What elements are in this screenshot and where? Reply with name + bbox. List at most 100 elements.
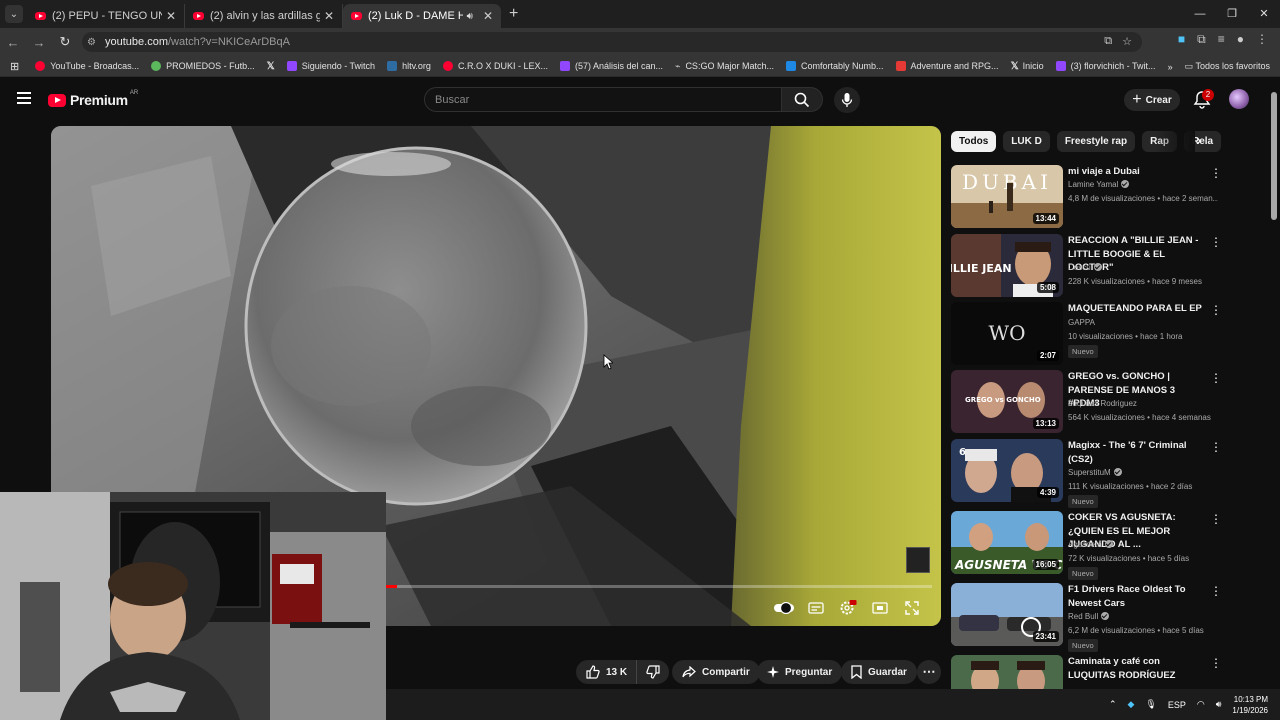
- recommendation-item[interactable]: Caminata y café con LUQUITAS RODRÍGUEZ ⋮: [951, 655, 1221, 689]
- browser-tab-2[interactable]: (2) alvin y las ardillas gemidos r ✕: [185, 4, 343, 28]
- recommendation-item[interactable]: DUBAI 13:44 mi viaje a Dubai Lamine Yama…: [951, 165, 1222, 229]
- subtitles-button[interactable]: [805, 598, 827, 618]
- video-title[interactable]: Magixx - The '6 7' Criminal (CS2): [1068, 439, 1208, 466]
- ask-button[interactable]: Preguntar: [757, 660, 843, 684]
- chip-todos[interactable]: Todos: [951, 131, 997, 152]
- bookmark-item[interactable]: (3) florvichich - Twit...: [1050, 61, 1162, 71]
- bookmark-item-x[interactable]: 𝕏: [261, 61, 281, 72]
- video-thumbnail[interactable]: AGUSNETA VS C 16:05: [951, 511, 1063, 574]
- tab-search-button[interactable]: ⌄: [5, 5, 23, 23]
- search-input[interactable]: Buscar: [424, 87, 782, 112]
- recommendation-item[interactable]: BILLIE JEAN 5:08 REACCION A "BILLIE JEAN…: [951, 234, 1222, 298]
- video-title[interactable]: MAQUETEANDO PARA EL EP: [1068, 302, 1208, 316]
- chevron-right-icon[interactable]: ›: [1196, 133, 1212, 150]
- install-app-icon[interactable]: ⧉: [1104, 35, 1112, 48]
- close-tab-icon[interactable]: ✕: [324, 9, 334, 23]
- search-button[interactable]: [781, 87, 823, 112]
- close-tab-icon[interactable]: ✕: [483, 9, 493, 23]
- more-vertical-icon[interactable]: ⋮: [1210, 513, 1222, 527]
- video-title[interactable]: mi viaje a Dubai: [1068, 165, 1208, 179]
- save-button[interactable]: Guardar: [841, 660, 917, 684]
- share-button[interactable]: Compartir: [672, 660, 760, 684]
- channel-name[interactable]: Red Bull: [1068, 612, 1218, 621]
- video-title[interactable]: Caminata y café con LUQUITAS RODRÍGUEZ: [1068, 655, 1208, 682]
- more-actions-button[interactable]: ⋯: [917, 660, 941, 684]
- puzzle-icon[interactable]: ⧉: [1197, 32, 1206, 47]
- minimize-icon[interactable]: —: [1184, 0, 1216, 28]
- apps-icon[interactable]: ⊞: [0, 60, 29, 73]
- microphone-tray-icon[interactable]: 🎙︎: [1145, 699, 1156, 710]
- site-info-icon[interactable]: ⚙: [87, 37, 105, 48]
- recommendation-item[interactable]: 23:41 F1 Drivers Race Oldest To Newest C…: [951, 583, 1222, 652]
- chip-luk-d[interactable]: LUK D: [1003, 131, 1050, 152]
- channel-name[interactable]: Luquitas Rodriguez: [1068, 399, 1218, 408]
- fullscreen-button[interactable]: [901, 598, 923, 618]
- channel-name[interactable]: GAPPA: [1068, 318, 1218, 327]
- restore-icon[interactable]: ❐: [1216, 0, 1248, 28]
- video-thumbnail[interactable]: WO 2:07: [951, 302, 1063, 365]
- recommendation-item[interactable]: WO 2:07 MAQUETEANDO PARA EL EP GAPPA 10 …: [951, 302, 1222, 366]
- video-thumbnail[interactable]: DUBAI 13:44: [951, 165, 1063, 228]
- media-icon[interactable]: ≡: [1218, 32, 1225, 47]
- close-window-icon[interactable]: ✕: [1248, 0, 1280, 28]
- endscreen-thumbnail[interactable]: [906, 547, 930, 573]
- more-vertical-icon[interactable]: ⋮: [1210, 372, 1222, 386]
- menu-icon[interactable]: [17, 92, 31, 104]
- more-vertical-icon[interactable]: ⋮: [1210, 236, 1222, 250]
- bookmark-item[interactable]: YouTube - Broadcas...: [29, 61, 145, 71]
- dislike-button[interactable]: [636, 660, 670, 684]
- channel-name[interactable]: Lamine Yamal: [1068, 180, 1218, 189]
- page-scrollbar[interactable]: [1271, 92, 1277, 220]
- reload-icon[interactable]: ↻: [52, 34, 78, 50]
- back-icon[interactable]: ←: [0, 35, 26, 50]
- profile-icon[interactable]: ●: [1237, 32, 1244, 47]
- voice-search-button[interactable]: [834, 87, 860, 113]
- chevron-up-icon[interactable]: ⌃: [1109, 699, 1117, 710]
- bookmark-item[interactable]: Adventure and RPG...: [890, 61, 1005, 71]
- more-bookmarks-icon[interactable]: »: [1168, 62, 1173, 72]
- bookmark-item[interactable]: Comfortably Numb...: [780, 61, 890, 71]
- bookmark-item[interactable]: (57) Análisis del can...: [554, 61, 669, 71]
- more-vertical-icon[interactable]: ⋮: [1210, 304, 1222, 318]
- recommendation-item[interactable]: 6 4:39 Magixx - The '6 7' Criminal (CS2)…: [951, 439, 1222, 508]
- video-thumbnail[interactable]: GREGO vs GONCHO 13:13: [951, 370, 1063, 433]
- video-thumbnail[interactable]: BILLIE JEAN 5:08: [951, 234, 1063, 297]
- channel-name[interactable]: SuperstituM: [1068, 468, 1218, 477]
- more-vertical-icon[interactable]: ⋮: [1210, 441, 1222, 455]
- like-button[interactable]: 13 K: [576, 660, 637, 684]
- bookmark-star-icon[interactable]: ☆: [1122, 35, 1132, 48]
- autoplay-toggle[interactable]: [773, 598, 795, 618]
- create-button[interactable]: + Crear: [1124, 89, 1180, 111]
- video-thumbnail[interactable]: 6 4:39: [951, 439, 1063, 502]
- browser-tab-3-active[interactable]: (2) Luk D - DAME HIELO (Pr 🔊︎ ✕: [343, 4, 501, 28]
- bookmark-item[interactable]: Siguiendo - Twitch: [281, 61, 381, 71]
- bookmark-item[interactable]: C.R.O X DUKI - LEX...: [437, 61, 554, 71]
- more-vertical-icon[interactable]: ⋮: [1210, 657, 1221, 671]
- wifi-icon[interactable]: ◠: [1197, 699, 1205, 710]
- new-tab-icon[interactable]: +: [509, 5, 518, 23]
- video-thumbnail[interactable]: 23:41: [951, 583, 1063, 646]
- video-thumbnail[interactable]: [951, 655, 1063, 689]
- more-vertical-icon[interactable]: ⋮: [1210, 167, 1222, 181]
- browser-tab-1[interactable]: (2) PEPU - TENGO UN FEELING ✕: [27, 4, 185, 28]
- video-progress-bar[interactable]: [386, 585, 932, 588]
- bookmark-item[interactable]: ⌁ CS:GO Major Match...: [669, 61, 780, 72]
- channel-name[interactable]: Coscu: [1068, 263, 1218, 272]
- forward-icon[interactable]: →: [26, 35, 52, 50]
- video-title[interactable]: F1 Drivers Race Oldest To Newest Cars: [1068, 583, 1208, 610]
- close-tab-icon[interactable]: ✕: [166, 9, 176, 23]
- youtube-logo[interactable]: Premium AR: [48, 90, 138, 108]
- bookmark-item[interactable]: hltv.org: [381, 61, 437, 71]
- bookmark-item[interactable]: 𝕏 Inicio: [1005, 61, 1050, 72]
- channel-name[interactable]: Agusneta: [1068, 540, 1218, 549]
- recommendation-item[interactable]: GREGO vs GONCHO 13:13 GREGO vs. GONCHO |…: [951, 370, 1222, 434]
- recommendation-item[interactable]: AGUSNETA VS C 16:05 COKER VS AGUSNETA: ¿…: [951, 511, 1222, 580]
- clock[interactable]: 10:13 PM 1/19/2026: [1232, 694, 1268, 716]
- account-avatar[interactable]: [1229, 89, 1249, 109]
- settings-button[interactable]: [837, 598, 859, 618]
- more-vertical-icon[interactable]: ⋮: [1210, 585, 1222, 599]
- language-indicator[interactable]: ESP: [1168, 700, 1186, 710]
- address-bar[interactable]: ⚙ youtube.com/watch?v=NKICeArDBqA ⧉ ☆: [82, 32, 1142, 52]
- bookmarks-folder[interactable]: ▭ Todos los favoritos: [1185, 61, 1270, 72]
- network-tray-icon[interactable]: ◆: [1128, 699, 1135, 710]
